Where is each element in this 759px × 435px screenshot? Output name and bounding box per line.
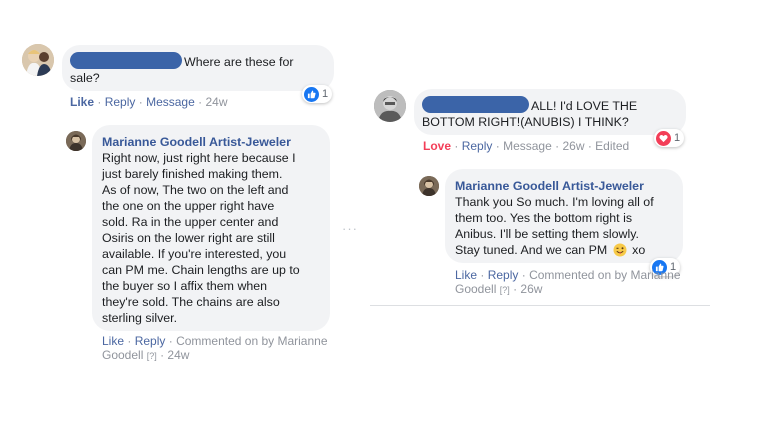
comment-text: Where are these for (184, 55, 294, 69)
reply-line: Thank you So much. I'm loving all of (455, 195, 654, 209)
reply-line: the buyer so I affix them when (102, 279, 268, 293)
comment-actions: Like · Reply · Message · 24w (70, 95, 228, 109)
reply-line: Stay tuned. And we can PM (455, 243, 608, 257)
timestamp[interactable]: 26w (562, 139, 584, 153)
reply-line: As of now, The two on the left and (102, 183, 289, 197)
heart-icon (656, 130, 671, 146)
help-mark[interactable]: [?] (500, 285, 510, 295)
reply-line: Right now, just right here because I (102, 151, 296, 165)
reply-avatar[interactable] (419, 176, 439, 196)
comment-text-line2: sale? (70, 71, 100, 85)
timestamp[interactable]: 24w (167, 348, 189, 362)
reply-line: sterling silver. (102, 311, 178, 325)
commented-author[interactable]: Goodell (455, 282, 496, 296)
comment-bubble: Where are these for sale? (62, 45, 334, 91)
help-mark[interactable]: [?] (147, 351, 157, 361)
reply-author[interactable]: Marianne Goodell Artist-Jeweler (102, 134, 320, 150)
profile-photo-icon (22, 44, 54, 76)
profile-photo-icon (374, 90, 406, 122)
reply-actions: Like · Reply · Commented on by Marianne … (102, 334, 328, 362)
reply-line: they're sold. The chains are also (102, 295, 280, 309)
reply-line: Anibus. I'll be setting them slowly. (455, 227, 639, 241)
redacted-name (70, 52, 182, 69)
commented-author[interactable]: Goodell (102, 348, 143, 362)
like-link[interactable]: Like (455, 268, 477, 282)
reply-link[interactable]: Reply (105, 95, 136, 109)
timestamp[interactable]: 26w (520, 282, 542, 296)
edited-label[interactable]: Edited (595, 139, 629, 153)
comment-bubble: ALL! I'd LOVE THE BOTTOM RIGHT!(ANUBIS) … (414, 89, 686, 135)
reaction-count: 1 (322, 88, 329, 100)
thumbs-up-icon (304, 86, 319, 102)
like-link[interactable]: Like (70, 95, 94, 109)
reply-suffix: xo (632, 243, 646, 257)
reply-line: can PM me. Chain lengths are up to (102, 263, 300, 277)
commented-on-note: Commented on by Marianne (529, 268, 681, 282)
comment-text: ALL! I'd LOVE THE (531, 99, 638, 113)
message-link[interactable]: Message (146, 95, 195, 109)
reply-line: Osiris on the lower right are still (102, 231, 275, 245)
commenter-avatar[interactable] (22, 44, 54, 76)
reply-line: sold. Ra in the upper center and (102, 215, 279, 229)
message-link[interactable]: Message (503, 139, 552, 153)
reply-line: available. If you're interested, you (102, 247, 287, 261)
profile-photo-icon (419, 176, 439, 196)
reply-line: just barely finished making them. (102, 167, 283, 181)
reaction-count: 1 (674, 132, 681, 144)
thread-divider (370, 305, 710, 306)
more-options-icon[interactable]: ··· (342, 221, 358, 236)
reply-avatar[interactable] (66, 131, 86, 151)
winking-tongue-emoji-icon (613, 243, 627, 261)
like-link[interactable]: Like (102, 334, 124, 348)
reply-bubble: Marianne Goodell Artist-Jeweler Right no… (92, 125, 330, 331)
comment-text-line2: BOTTOM RIGHT!(ANUBIS) I THINK? (422, 115, 629, 129)
reply-line: them too. Yes the bottom right is (455, 211, 633, 225)
reply-actions: Like · Reply · Commented on by Marianne … (455, 268, 681, 296)
reaction-count-badge[interactable]: 1 (302, 85, 333, 103)
comment-actions: Love · Reply · Message · 26w · Edited (423, 139, 630, 153)
commented-on-note: Commented on by Marianne (176, 334, 328, 348)
reply-author[interactable]: Marianne Goodell Artist-Jeweler (455, 178, 673, 194)
love-link[interactable]: Love (423, 139, 451, 153)
reply-link[interactable]: Reply (135, 334, 166, 348)
reaction-count-badge[interactable]: 1 (654, 129, 685, 147)
profile-photo-icon (66, 131, 86, 151)
reply-line: the one on the upper right have (102, 199, 275, 213)
timestamp[interactable]: 24w (205, 95, 227, 109)
reply-link[interactable]: Reply (462, 139, 493, 153)
commenter-avatar[interactable] (374, 90, 406, 122)
reply-link[interactable]: Reply (488, 268, 519, 282)
reply-bubble: Marianne Goodell Artist-Jeweler Thank yo… (445, 169, 683, 263)
redacted-name (422, 96, 529, 113)
